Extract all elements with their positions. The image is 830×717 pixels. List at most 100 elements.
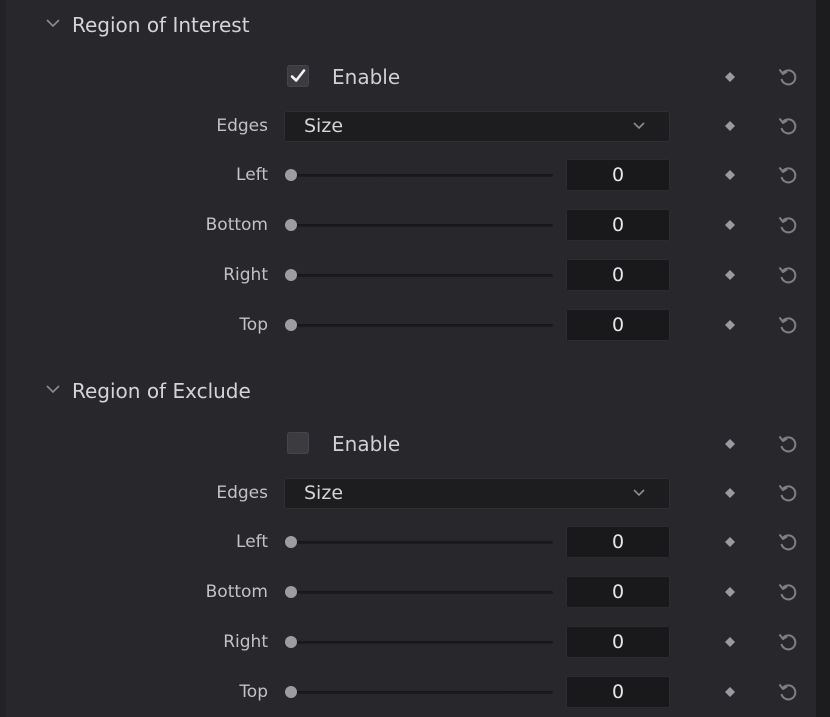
enable-label: Enable: [332, 65, 401, 89]
keyframe-button[interactable]: [722, 634, 738, 650]
reset-button[interactable]: [776, 263, 800, 287]
left-value-field[interactable]: 0: [566, 159, 670, 191]
slider-row-top: Top 0: [0, 307, 830, 343]
reset-arrow-icon: [778, 633, 797, 651]
keyframe-button[interactable]: [722, 317, 738, 333]
reset-button[interactable]: [776, 163, 800, 187]
slider-row-left: Left 0: [0, 524, 830, 560]
reset-button[interactable]: [776, 530, 800, 554]
slider-row-top: Top 0: [0, 674, 830, 710]
slider-label: Bottom: [205, 582, 268, 602]
chevron-down-icon[interactable]: [44, 14, 62, 32]
bottom-value-field[interactable]: 0: [566, 209, 670, 241]
bottom-slider[interactable]: [285, 215, 553, 235]
slider-track[interactable]: [291, 174, 553, 177]
diamond-icon: [725, 72, 735, 82]
slider-label: Top: [239, 315, 268, 335]
reset-button[interactable]: [776, 680, 800, 704]
section-header-region-of-interest[interactable]: Region of Interest: [44, 5, 250, 45]
keyframe-button[interactable]: [722, 485, 738, 501]
reset-button[interactable]: [776, 630, 800, 654]
keyframe-button[interactable]: [722, 118, 738, 134]
reset-button[interactable]: [776, 580, 800, 604]
slider-track[interactable]: [291, 591, 553, 594]
slider-label: Left: [236, 532, 268, 552]
slider-track[interactable]: [291, 691, 553, 694]
slider-row-right: Right 0: [0, 257, 830, 293]
reset-arrow-icon: [778, 583, 797, 601]
top-slider[interactable]: [285, 315, 553, 335]
slider-thumb[interactable]: [285, 319, 297, 331]
section-header-region-of-exclude[interactable]: Region of Exclude: [44, 371, 251, 411]
keyframe-button[interactable]: [722, 167, 738, 183]
slider-label: Bottom: [205, 215, 268, 235]
reset-arrow-icon: [778, 266, 797, 284]
diamond-icon: [725, 488, 735, 498]
right-slider[interactable]: [285, 265, 553, 285]
reset-button[interactable]: [776, 213, 800, 237]
slider-track[interactable]: [291, 541, 553, 544]
keyframe-button[interactable]: [722, 534, 738, 550]
reset-button[interactable]: [776, 65, 800, 89]
left-slider[interactable]: [285, 532, 553, 552]
slider-row-bottom: Bottom 0: [0, 207, 830, 243]
reset-arrow-icon: [778, 435, 797, 453]
enable-checkbox[interactable]: [287, 432, 309, 454]
slider-label: Right: [223, 265, 268, 285]
reset-button[interactable]: [776, 313, 800, 337]
bottom-value-field[interactable]: 0: [566, 576, 670, 608]
slider-thumb[interactable]: [285, 586, 297, 598]
top-value-field[interactable]: 0: [566, 309, 670, 341]
slider-track[interactable]: [291, 274, 553, 277]
reset-button[interactable]: [776, 114, 800, 138]
diamond-icon: [725, 170, 735, 180]
enable-checkbox[interactable]: [287, 65, 309, 87]
enable-label: Enable: [332, 432, 401, 456]
slider-label: Top: [239, 682, 268, 702]
chevron-down-icon: [632, 488, 646, 498]
reset-button[interactable]: [776, 432, 800, 456]
keyframe-button[interactable]: [722, 267, 738, 283]
keyframe-button[interactable]: [722, 584, 738, 600]
right-value-field[interactable]: 0: [566, 259, 670, 291]
slider-thumb[interactable]: [285, 169, 297, 181]
slider-thumb[interactable]: [285, 536, 297, 548]
slider-row-right: Right 0: [0, 624, 830, 660]
slider-row-left: Left 0: [0, 157, 830, 193]
reset-arrow-icon: [778, 216, 797, 234]
reset-arrow-icon: [778, 683, 797, 701]
chevron-down-icon[interactable]: [44, 380, 62, 398]
checkmark-icon: [290, 69, 306, 82]
edges-dropdown[interactable]: Size: [284, 478, 670, 509]
keyframe-button[interactable]: [722, 217, 738, 233]
diamond-icon: [725, 637, 735, 647]
top-value-field[interactable]: 0: [566, 676, 670, 708]
reset-arrow-icon: [778, 166, 797, 184]
slider-thumb[interactable]: [285, 686, 297, 698]
edges-label: Edges: [216, 116, 268, 136]
bottom-slider[interactable]: [285, 582, 553, 602]
top-slider[interactable]: [285, 682, 553, 702]
slider-track[interactable]: [291, 324, 553, 327]
chevron-down-icon: [632, 121, 646, 131]
right-slider[interactable]: [285, 632, 553, 652]
edges-row: Edges Size: [0, 475, 830, 511]
slider-track[interactable]: [291, 641, 553, 644]
slider-track[interactable]: [291, 224, 553, 227]
keyframe-button[interactable]: [722, 69, 738, 85]
edges-dropdown-value: Size: [304, 482, 344, 504]
right-value-field[interactable]: 0: [566, 626, 670, 658]
left-value-field[interactable]: 0: [566, 526, 670, 558]
edges-dropdown[interactable]: Size: [284, 111, 670, 142]
enable-row: Enable: [0, 426, 830, 462]
keyframe-button[interactable]: [722, 684, 738, 700]
left-slider[interactable]: [285, 165, 553, 185]
keyframe-button[interactable]: [722, 436, 738, 452]
reset-arrow-icon: [778, 484, 797, 502]
slider-thumb[interactable]: [285, 269, 297, 281]
slider-thumb[interactable]: [285, 636, 297, 648]
section-title: Region of Exclude: [72, 379, 251, 403]
slider-thumb[interactable]: [285, 219, 297, 231]
reset-button[interactable]: [776, 481, 800, 505]
reset-arrow-icon: [778, 117, 797, 135]
